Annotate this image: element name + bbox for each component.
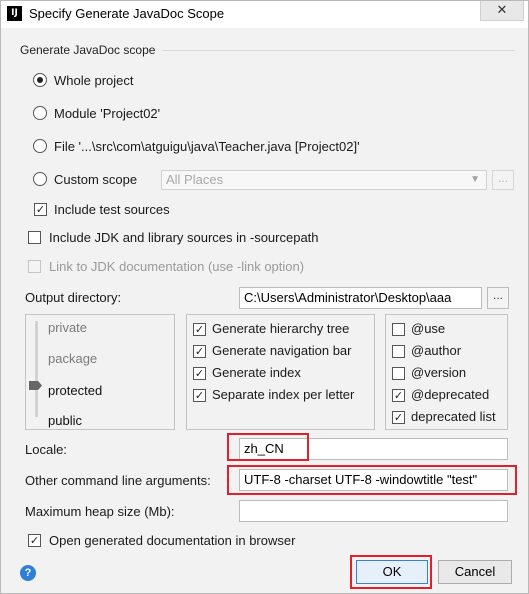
include-jdk-checkbox[interactable] (28, 231, 41, 244)
include-test-sources-label[interactable]: Include test sources (54, 202, 170, 217)
radio-custom-scope[interactable] (33, 172, 47, 186)
tag-deprecated-checkbox[interactable]: ✓ (392, 389, 405, 402)
generate-navbar-label[interactable]: Generate navigation bar (212, 343, 351, 358)
output-directory-field[interactable]: C:\Users\Administrator\Desktop\aaa (239, 287, 482, 309)
chevron-down-icon: ▼ (470, 174, 480, 185)
title-bar: IJ Specify Generate JavaDoc Scope ✕ (1, 1, 528, 28)
tag-version-checkbox[interactable] (392, 367, 405, 380)
generate-hierarchy-checkbox[interactable]: ✓ (193, 323, 206, 336)
tag-deprecated-label[interactable]: @deprecated (411, 387, 489, 402)
tag-use-checkbox[interactable] (392, 323, 405, 336)
highlight-other-args (227, 465, 517, 495)
visibility-public[interactable]: public (48, 413, 82, 428)
visibility-slider-thumb[interactable] (29, 381, 42, 390)
generate-index-label[interactable]: Generate index (212, 365, 301, 380)
open-in-browser-label[interactable]: Open generated documentation in browser (49, 533, 295, 548)
deprecated-list-label[interactable]: deprecated list (411, 409, 496, 424)
custom-scope-select[interactable]: All Places ▼ (161, 170, 487, 190)
separate-index-label[interactable]: Separate index per letter (212, 387, 354, 402)
visibility-protected[interactable]: protected (48, 383, 102, 398)
deprecated-list-checkbox[interactable]: ✓ (392, 411, 405, 424)
include-jdk-label[interactable]: Include JDK and library sources in -sour… (49, 230, 319, 245)
open-in-browser-checkbox[interactable]: ✓ (28, 534, 41, 547)
heap-size-label: Maximum heap size (Mb): (25, 504, 175, 519)
tag-use-label[interactable]: @use (411, 321, 445, 336)
radio-module-label[interactable]: Module 'Project02' (54, 106, 160, 121)
include-test-sources-checkbox[interactable]: ✓ (34, 203, 47, 216)
visibility-private[interactable]: private (48, 320, 87, 335)
generate-hierarchy-label[interactable]: Generate hierarchy tree (212, 321, 349, 336)
link-jdk-label: Link to JDK documentation (use -link opt… (49, 259, 305, 274)
visibility-slider-track[interactable] (35, 321, 38, 417)
cancel-button[interactable]: Cancel (438, 560, 512, 584)
scope-group-title: Generate JavaDoc scope (20, 43, 156, 57)
heap-size-field[interactable] (239, 500, 508, 522)
highlight-locale (227, 433, 309, 461)
highlight-ok (350, 555, 432, 589)
link-jdk-checkbox (28, 260, 41, 273)
intellij-icon: IJ (7, 6, 22, 21)
separate-index-checkbox[interactable]: ✓ (193, 389, 206, 402)
close-button[interactable]: ✕ (480, 1, 524, 21)
radio-module[interactable] (33, 106, 47, 120)
tag-options-panel: @use @author @version ✓ @deprecated ✓ de… (385, 314, 508, 430)
tag-author-label[interactable]: @author (411, 343, 461, 358)
tag-author-checkbox[interactable] (392, 345, 405, 358)
javadoc-scope-dialog: IJ Specify Generate JavaDoc Scope ✕ Gene… (0, 0, 529, 594)
radio-custom-scope-label[interactable]: Custom scope (54, 172, 137, 187)
radio-file[interactable] (33, 139, 47, 153)
visibility-panel: private package protected public (25, 314, 175, 430)
generate-navbar-checkbox[interactable]: ✓ (193, 345, 206, 358)
dialog-title: Specify Generate JavaDoc Scope (29, 6, 225, 21)
output-directory-browse-button[interactable]: ... (487, 287, 509, 309)
group-separator (163, 50, 515, 51)
radio-whole-project-label[interactable]: Whole project (54, 73, 133, 88)
radio-whole-project[interactable] (33, 73, 47, 87)
tag-version-label[interactable]: @version (411, 365, 466, 380)
generate-index-checkbox[interactable]: ✓ (193, 367, 206, 380)
custom-scope-browse-button[interactable]: ... (492, 170, 514, 190)
generate-options-panel: ✓ Generate hierarchy tree ✓ Generate nav… (186, 314, 375, 430)
radio-file-label[interactable]: File '...\src\com\atguigu\java\Teacher.j… (54, 139, 360, 154)
custom-scope-value: All Places (166, 172, 224, 187)
visibility-package[interactable]: package (48, 351, 97, 366)
other-args-label: Other command line arguments: (25, 473, 211, 488)
locale-label: Locale: (25, 442, 67, 457)
help-icon[interactable]: ? (20, 565, 36, 581)
output-directory-label: Output directory: (25, 290, 122, 305)
